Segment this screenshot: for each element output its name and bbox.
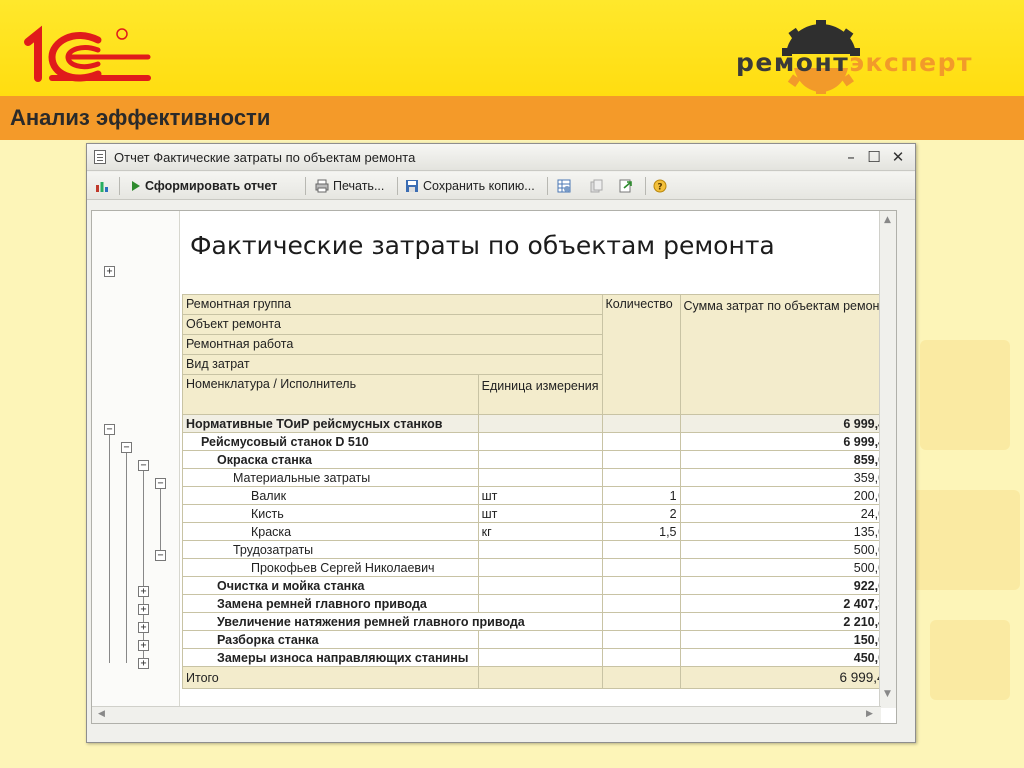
report-settings-button[interactable] — [95, 176, 113, 196]
print-label: Печать... — [333, 179, 385, 193]
close-icon[interactable]: ✕ — [889, 148, 907, 166]
report-options-button[interactable] — [557, 176, 575, 196]
slide-title-bar: Анализ эффективности — [0, 96, 1024, 140]
collapse-toggle[interactable]: − — [155, 478, 166, 489]
toolbar: Сформировать отчет Печать... Сохранить к… — [87, 172, 915, 200]
table-row[interactable]: Замеры износа направляющих станины 450,0… — [182, 648, 896, 667]
row-name: Рейсмусовый станок D 510 — [182, 432, 479, 451]
minimize-icon[interactable]: – — [842, 148, 860, 166]
header-unit: Единица измерения — [477, 374, 603, 415]
header-nomenclature: Номенклатура / Исполнитель — [182, 374, 479, 415]
total-row[interactable]: Итого 6 999,44 — [182, 666, 896, 689]
brand-text-part1: ремонт — [736, 48, 850, 77]
1c-logo — [24, 25, 151, 82]
chart-icon — [96, 182, 108, 192]
row-name: Замена ремней главного привода — [182, 594, 479, 613]
scroll-up-icon[interactable]: ▲ — [880, 215, 895, 225]
table-row[interactable]: Разборка станка 150,00 — [182, 630, 896, 649]
disabled-tool-button[interactable] — [589, 176, 607, 196]
background-decoration — [910, 340, 1020, 700]
table-row[interactable]: Материальные затраты 359,00 — [182, 468, 896, 487]
scroll-right-icon[interactable]: ▶ — [862, 709, 877, 719]
header-work: Ремонтная работа — [182, 334, 603, 355]
expand-toggle[interactable]: + — [138, 622, 149, 633]
total-sum: 6 999,44 — [679, 666, 896, 689]
collapse-toggle[interactable]: − — [104, 424, 115, 435]
row-name: Нормативные ТОиР рейсмусных станков — [182, 414, 479, 433]
total-label: Итого — [182, 666, 479, 689]
report-area: + − − − − − + + + + + Фактические затрат… — [91, 210, 897, 724]
play-icon — [132, 181, 140, 191]
expand-toggle[interactable]: + — [138, 640, 149, 651]
table-row[interactable]: Трудозатраты 500,00 — [182, 540, 896, 559]
svg-text:?: ? — [657, 183, 662, 193]
table-row[interactable]: Кисть шт 2 24,00 — [182, 504, 896, 523]
printer-icon — [315, 179, 329, 193]
generate-report-label: Сформировать отчет — [145, 179, 278, 193]
help-button[interactable]: ? — [653, 176, 671, 196]
expand-header-toggle[interactable]: + — [104, 266, 115, 277]
table-row[interactable]: Прокофьев Сергей Николаевич 500,00 — [182, 558, 896, 577]
report-title: Фактические затраты по объектам ремонта — [190, 231, 775, 260]
table-row[interactable]: Валик шт 1 200,00 — [182, 486, 896, 505]
print-button[interactable]: Печать... — [315, 176, 384, 196]
table-row[interactable]: Краска кг 1,5 135,00 — [182, 522, 896, 541]
expand-toggle[interactable]: + — [138, 586, 149, 597]
table-row[interactable]: Нормативные ТОиР рейсмусных станков 6 99… — [182, 414, 896, 433]
collapse-toggle[interactable]: − — [121, 442, 132, 453]
report-table: Ремонтная группа Количество Сумма затрат… — [182, 294, 896, 689]
table-row[interactable]: Увеличение натяжения ремней главного при… — [182, 612, 896, 631]
slide-title: Анализ эффективности — [10, 105, 271, 130]
table-row[interactable]: Очистка и мойка станка 922,60 — [182, 576, 896, 595]
row-name: Увеличение натяжения ремней главного при… — [182, 612, 603, 631]
row-name: Кисть — [182, 504, 479, 523]
brand-text-part2: эксперт — [849, 48, 973, 77]
header-quantity: Количество — [601, 294, 681, 415]
header-object: Объект ремонта — [182, 314, 603, 335]
expand-toggle[interactable]: + — [138, 604, 149, 615]
table-row[interactable]: Рейсмусовый станок D 510 6 999,44 — [182, 432, 896, 451]
horizontal-scrollbar[interactable]: ◀ ▶ — [92, 706, 881, 723]
row-name: Валик — [182, 486, 479, 505]
export-button[interactable] — [619, 176, 637, 196]
row-name: Прокофьев Сергей Николаевич — [182, 558, 479, 577]
save-copy-label: Сохранить копию... — [423, 179, 535, 193]
row-name: Окраска станка — [182, 450, 479, 469]
table-row[interactable]: Окраска станка 859,00 — [182, 450, 896, 469]
floppy-icon — [406, 180, 418, 192]
collapse-toggle[interactable]: − — [155, 550, 166, 561]
slide-header: ремонтэксперт — [0, 0, 1024, 96]
scroll-left-icon[interactable]: ◀ — [94, 709, 109, 719]
table-settings-icon — [557, 179, 571, 193]
report-window: Отчет Фактические затраты по объектам ре… — [86, 143, 916, 743]
generate-report-button[interactable]: Сформировать отчет — [131, 176, 277, 196]
row-name: Краска — [182, 522, 479, 541]
export-icon — [619, 179, 632, 193]
row-name: Замеры износа направляющих станины — [182, 648, 479, 667]
scroll-down-icon[interactable]: ▼ — [880, 689, 895, 699]
save-copy-button[interactable]: Сохранить копию... — [405, 176, 535, 196]
window-titlebar[interactable]: Отчет Фактические затраты по объектам ре… — [87, 144, 915, 171]
brand-logo: ремонтэксперт — [736, 20, 996, 95]
maximize-icon[interactable]: ☐ — [865, 148, 883, 166]
header-group: Ремонтная группа — [182, 294, 603, 315]
table-row[interactable]: Замена ремней главного привода 2 407,35 — [182, 594, 896, 613]
header-sum: Сумма затрат по объектам ремонта — [679, 294, 896, 415]
document-icon — [94, 150, 106, 164]
document-stack-icon — [590, 179, 603, 193]
grouping-gutter: + − − − − − + + + + + — [92, 211, 180, 723]
help-icon: ? — [653, 179, 667, 193]
window-caption: Отчет Фактические затраты по объектам ре… — [114, 150, 416, 165]
row-name: Материальные затраты — [182, 468, 479, 487]
header-cost-type: Вид затрат — [182, 354, 603, 375]
row-name: Разборка станка — [182, 630, 479, 649]
row-name: Трудозатраты — [182, 540, 479, 559]
vertical-scrollbar[interactable]: ▲ ▼ — [879, 211, 896, 708]
row-name: Очистка и мойка станка — [182, 576, 479, 595]
collapse-toggle[interactable]: − — [138, 460, 149, 471]
expand-toggle[interactable]: + — [138, 658, 149, 669]
